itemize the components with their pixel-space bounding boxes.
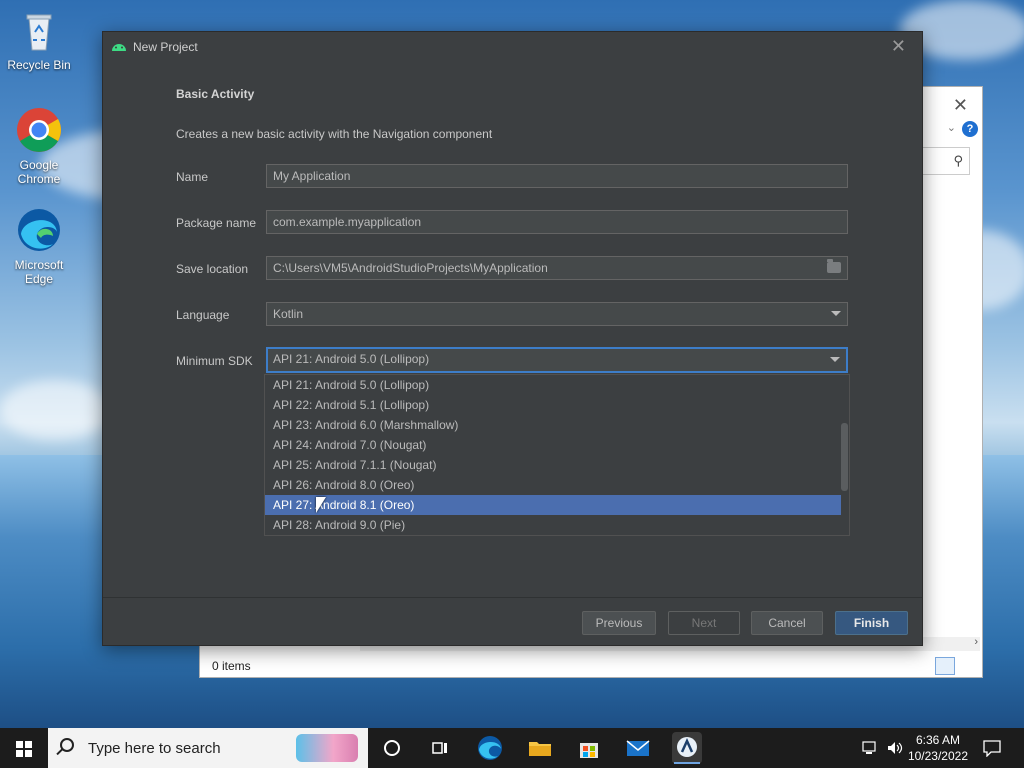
dropdown-scrollbar[interactable] xyxy=(841,423,848,491)
chevron-right-icon[interactable]: › xyxy=(974,636,978,648)
desktop-icon-chrome[interactable]: Google Chrome xyxy=(1,106,77,186)
package-name-label: Package name xyxy=(176,216,257,230)
mouse-cursor-icon xyxy=(316,497,326,513)
list-item[interactable]: API 26: Android 8.0 (Oreo) xyxy=(265,475,841,495)
taskbar-search-box[interactable]: Type here to search xyxy=(48,728,368,768)
template-description: Creates a new basic activity with the Na… xyxy=(176,127,493,141)
language-label: Language xyxy=(176,308,230,322)
notifications-icon[interactable] xyxy=(982,739,1002,760)
finish-button[interactable]: Finish xyxy=(835,611,908,635)
chevron-down-icon xyxy=(830,357,840,362)
edge-icon[interactable] xyxy=(476,734,504,762)
list-item[interactable]: API 23: Android 6.0 (Marshmallow) xyxy=(265,415,841,435)
dialog-title: New Project xyxy=(133,40,198,54)
cortana-icon[interactable] xyxy=(378,734,406,762)
list-item[interactable]: API 24: Android 7.0 (Nougat) xyxy=(265,435,841,455)
new-project-dialog: New Project ✕ Basic Activity Creates a n… xyxy=(102,31,923,646)
folder-icon[interactable] xyxy=(827,259,841,273)
large-icons-view-icon[interactable] xyxy=(957,657,977,675)
desktop-icon-recycle-bin[interactable]: Recycle Bin xyxy=(1,6,77,72)
list-item[interactable]: API 21: Android 5.0 (Lollipop) xyxy=(265,375,841,395)
language-value: Kotlin xyxy=(273,307,304,321)
help-icon[interactable]: ? xyxy=(962,121,978,137)
name-label: Name xyxy=(176,170,209,184)
language-select[interactable]: Kotlin xyxy=(266,302,848,326)
list-item[interactable]: API 28: Android 9.0 (Pie) xyxy=(265,515,841,535)
next-button[interactable]: Next xyxy=(668,611,740,635)
previous-button[interactable]: Previous xyxy=(582,611,656,635)
sdk-dropdown-list[interactable]: API 21: Android 5.0 (Lollipop) API 22: A… xyxy=(264,374,850,536)
status-item-count: 0 items xyxy=(212,659,251,673)
list-item-highlighted[interactable]: API 27: Android 8.1 (Oreo) xyxy=(265,495,841,515)
chevron-down-icon[interactable]: ⌄ xyxy=(947,121,956,134)
mail-icon[interactable] xyxy=(624,734,652,762)
recycle-bin-icon xyxy=(15,6,63,54)
desktop-icon-label: Google Chrome xyxy=(17,158,61,186)
chrome-icon xyxy=(15,106,63,154)
start-button[interactable] xyxy=(0,728,48,768)
name-field[interactable]: My Application xyxy=(266,164,848,188)
cancel-button[interactable]: Cancel xyxy=(751,611,823,635)
volume-icon[interactable] xyxy=(886,740,904,759)
dialog-footer-divider xyxy=(103,597,922,598)
search-icon: ⚲ xyxy=(953,153,963,168)
save-location-label: Save location xyxy=(176,262,249,276)
android-icon xyxy=(111,40,127,52)
list-item[interactable]: API 25: Android 7.1.1 (Nougat) xyxy=(265,455,841,475)
android-studio-icon[interactable] xyxy=(672,732,702,764)
package-name-field[interactable]: com.example.myapplication xyxy=(266,210,848,234)
save-location-value: C:\Users\VM5\AndroidStudioProjects\MyApp… xyxy=(273,261,548,275)
desktop-icon-label: Microsoft Edge xyxy=(14,258,64,286)
task-view-icon[interactable] xyxy=(426,734,454,762)
network-icon[interactable] xyxy=(862,740,880,759)
minimum-sdk-select[interactable]: API 21: Android 5.0 (Lollipop) xyxy=(266,347,848,373)
close-icon[interactable]: ✕ xyxy=(953,95,968,116)
search-highlight-image xyxy=(296,734,358,762)
taskbar-clock[interactable]: 6:36 AM 10/23/2022 xyxy=(908,732,968,764)
template-heading: Basic Activity xyxy=(176,87,255,101)
edge-icon xyxy=(15,206,63,254)
list-item[interactable]: API 22: Android 5.1 (Lollipop) xyxy=(265,395,841,415)
minimum-sdk-label: Minimum SDK xyxy=(176,354,253,368)
clock-time: 6:36 AM xyxy=(915,733,960,747)
desktop-icon-edge[interactable]: Microsoft Edge xyxy=(1,206,77,286)
details-view-icon[interactable] xyxy=(935,657,955,675)
minimum-sdk-value: API 21: Android 5.0 (Lollipop) xyxy=(273,352,430,366)
close-icon[interactable]: ✕ xyxy=(891,36,906,57)
file-explorer-icon[interactable] xyxy=(526,734,554,762)
save-location-field[interactable]: C:\Users\VM5\AndroidStudioProjects\MyApp… xyxy=(266,256,848,280)
cloud xyxy=(0,380,110,440)
clock-date: 10/23/2022 xyxy=(907,749,968,763)
desktop-icon-label: Recycle Bin xyxy=(7,58,71,72)
store-icon[interactable] xyxy=(575,734,603,762)
dialog-titlebar[interactable]: New Project ✕ xyxy=(103,32,922,61)
taskbar: Type here to search 6:36 AM 10/23/2022 xyxy=(0,728,1024,768)
search-icon xyxy=(60,738,74,752)
chevron-down-icon xyxy=(831,311,841,316)
search-placeholder: Type here to search xyxy=(88,740,221,757)
